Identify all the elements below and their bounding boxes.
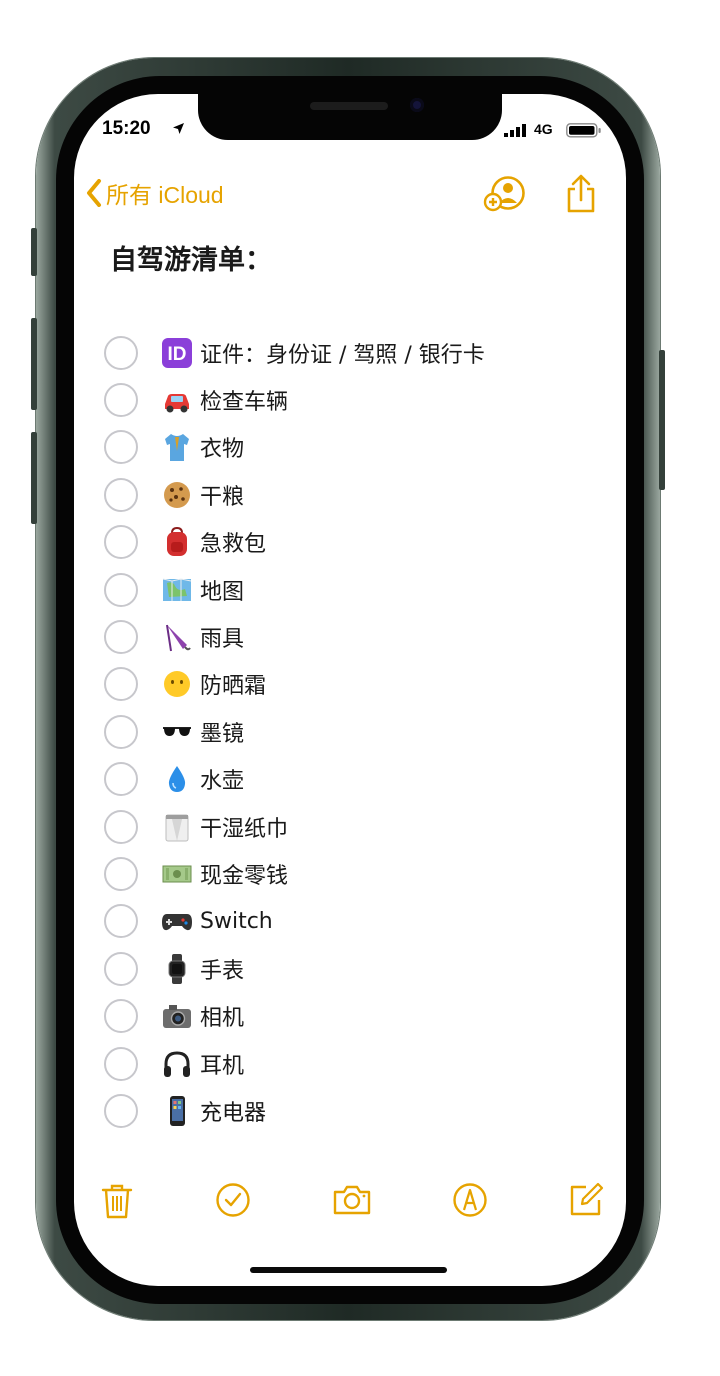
chevron-left-icon (87, 179, 101, 207)
checkbox[interactable] (104, 525, 138, 560)
droplet-emoji-icon (160, 762, 194, 796)
backpack-emoji-icon (160, 525, 194, 559)
item-label[interactable]: Switch (200, 909, 273, 934)
item-label[interactable]: 检查车辆 (200, 384, 288, 416)
power-button (659, 350, 665, 490)
volume-up-button (31, 318, 37, 410)
checklist-item: 手表 (104, 945, 485, 992)
headphones-emoji-icon (160, 1047, 194, 1081)
volume-down-button (31, 432, 37, 524)
checklist-item: 检查车辆 (104, 376, 485, 423)
checklist-item: ID 证件：身份证 / 驾照 / 银行卡 (104, 329, 485, 376)
trash-icon[interactable] (100, 1182, 134, 1220)
item-label[interactable]: 地图 (200, 574, 244, 606)
checklist-item: 衣物 (104, 424, 485, 471)
gamepad-emoji-icon (160, 904, 194, 938)
back-button[interactable]: 所有 iCloud (86, 176, 224, 210)
add-people-icon[interactable] (482, 174, 528, 212)
compose-icon[interactable] (568, 1182, 604, 1218)
mute-switch (31, 228, 37, 276)
checkbox[interactable] (104, 572, 138, 607)
checklist-item: 墨镜 (104, 708, 485, 755)
checklist-item: 干粮 (104, 471, 485, 518)
note-title[interactable]: 自驾游清单： (110, 238, 272, 277)
checkbox[interactable] (104, 383, 138, 418)
item-label[interactable]: 证件：身份证 / 驾照 / 银行卡 (200, 337, 485, 369)
checkbox[interactable] (104, 951, 138, 986)
item-label[interactable]: 急救包 (200, 526, 266, 558)
item-label[interactable]: 衣物 (200, 431, 244, 463)
item-label[interactable]: 水壶 (200, 763, 244, 795)
notch (198, 94, 502, 140)
item-label[interactable]: 相机 (200, 1000, 244, 1032)
checklist-item: 水壶 (104, 756, 485, 803)
checklist-item: 雨具 (104, 613, 485, 660)
camera-icon[interactable] (331, 1182, 373, 1218)
item-label[interactable]: 防晒霜 (200, 668, 266, 700)
camera-emoji-icon (160, 999, 194, 1033)
earpiece-speaker (310, 102, 388, 110)
item-label[interactable]: 雨具 (200, 621, 244, 653)
item-label[interactable]: 现金零钱 (200, 858, 288, 890)
checkbox[interactable] (104, 335, 138, 370)
id-emoji-icon: ID (160, 336, 194, 370)
checklist: ID 证件：身份证 / 驾照 / 银行卡 检查车辆 衣物 干粮 急救包 地图 雨… (104, 329, 485, 1135)
item-label[interactable]: 手表 (200, 953, 244, 985)
checkbox[interactable] (104, 477, 138, 512)
checklist-item: 防晒霜 (104, 661, 485, 708)
share-icon[interactable] (564, 174, 598, 214)
home-indicator[interactable] (250, 1267, 447, 1273)
checklist-item: 耳机 (104, 1040, 485, 1087)
item-label[interactable]: 干湿纸巾 (200, 811, 288, 843)
item-label[interactable]: 充电器 (200, 1095, 266, 1127)
checkbox[interactable] (104, 762, 138, 797)
checkbox[interactable] (104, 620, 138, 655)
checkbox[interactable] (104, 1046, 138, 1081)
checkbox[interactable] (104, 1093, 138, 1128)
location-arrow-icon (173, 123, 184, 134)
checklist-item: 急救包 (104, 519, 485, 566)
checklist-icon[interactable] (215, 1182, 251, 1218)
network-type: 4G (534, 121, 553, 137)
cookie-emoji-icon (160, 478, 194, 512)
umbrella-emoji-icon (160, 620, 194, 654)
watch-emoji-icon (160, 952, 194, 986)
phone-emoji-icon (160, 1094, 194, 1128)
status-time: 15:20 (102, 118, 151, 139)
map-emoji-icon (160, 573, 194, 607)
back-button-label: 所有 iCloud (106, 182, 224, 208)
checklist-item: 现金零钱 (104, 850, 485, 897)
face-emoji-icon (160, 667, 194, 701)
checklist-item: 地图 (104, 566, 485, 613)
markup-icon[interactable] (452, 1182, 488, 1218)
car-emoji-icon (160, 383, 194, 417)
item-label[interactable]: 耳机 (200, 1048, 244, 1080)
tissue-emoji-icon (160, 810, 194, 844)
battery-icon (566, 123, 601, 138)
front-camera (410, 98, 424, 112)
checklist-item: 干湿纸巾 (104, 803, 485, 850)
checkbox[interactable] (104, 667, 138, 702)
checkbox[interactable] (104, 856, 138, 891)
item-label[interactable]: 墨镜 (200, 716, 244, 748)
sunglasses-emoji-icon (160, 715, 194, 749)
svg-text:ID: ID (168, 344, 187, 365)
phone-screen: 15:20 4G 所有 iCloud 自驾游清单： ID 证件：身份证 / 驾照… (74, 94, 626, 1286)
checklist-item: Switch (104, 898, 485, 945)
checkbox[interactable] (104, 430, 138, 465)
item-label[interactable]: 干粮 (200, 479, 244, 511)
checkbox[interactable] (104, 904, 138, 939)
checkbox[interactable] (104, 999, 138, 1034)
checkbox[interactable] (104, 714, 138, 749)
checklist-item: 充电器 (104, 1087, 485, 1134)
checklist-item: 相机 (104, 992, 485, 1039)
shirt-emoji-icon (160, 430, 194, 464)
money-emoji-icon (160, 857, 194, 891)
cellular-signal-icon (504, 124, 526, 137)
checkbox[interactable] (104, 809, 138, 844)
